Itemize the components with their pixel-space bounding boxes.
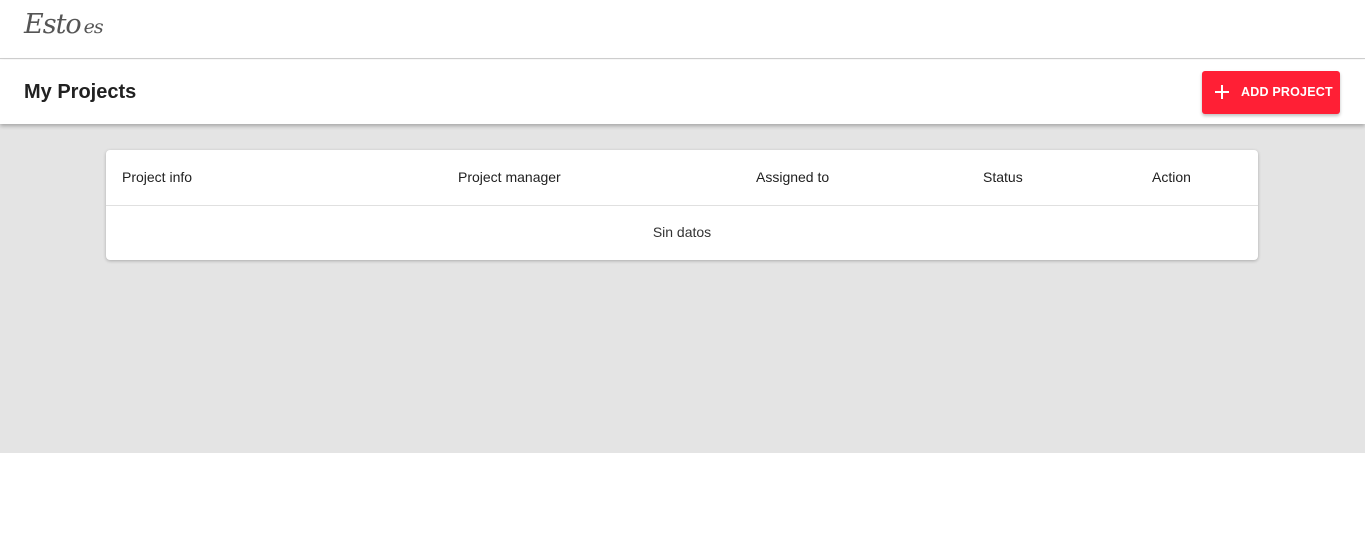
- logo-text-main: Esto: [24, 9, 82, 40]
- main-content: Project info Project manager Assigned to…: [0, 124, 1365, 453]
- column-header-project-info[interactable]: Project info: [122, 169, 192, 185]
- projects-table: Project info Project manager Assigned to…: [106, 150, 1258, 260]
- table-header: Project info Project manager Assigned to…: [106, 150, 1258, 206]
- logo-text-small: es: [83, 16, 104, 38]
- page-title: My Projects: [24, 81, 137, 103]
- add-project-label: ADD PROJECT: [1241, 85, 1333, 99]
- column-header-status[interactable]: Status: [983, 169, 1023, 185]
- column-header-action[interactable]: Action: [1152, 169, 1191, 185]
- plus-icon: [1215, 85, 1229, 99]
- column-header-assigned-to[interactable]: Assigned to: [756, 169, 829, 185]
- add-project-button[interactable]: ADD PROJECT: [1202, 71, 1340, 114]
- app-logo[interactable]: Esto es: [24, 8, 104, 44]
- column-header-project-manager[interactable]: Project manager: [458, 169, 561, 185]
- top-navbar: Esto es: [0, 0, 1365, 59]
- page-header: My Projects ADD PROJECT: [0, 60, 1365, 124]
- empty-table-message: Sin datos: [652, 224, 712, 240]
